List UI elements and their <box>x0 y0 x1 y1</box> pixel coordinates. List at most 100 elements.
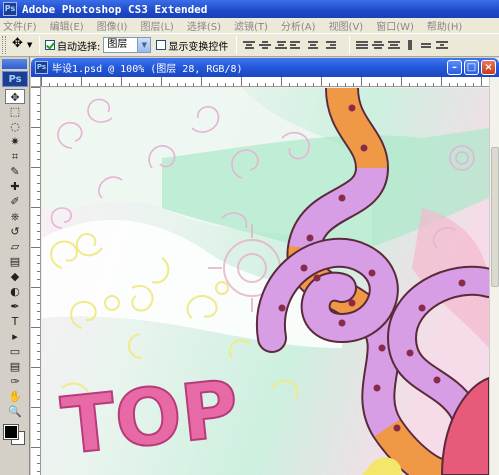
ruler-tick <box>37 463 40 464</box>
ruler-tick <box>225 83 226 86</box>
ruler-tick <box>37 343 40 344</box>
gradient-tool-icon[interactable]: ▤ <box>5 254 25 269</box>
ruler-tick <box>73 83 74 86</box>
zoom-tool-icon[interactable]: 🔍 <box>5 404 25 419</box>
ruler-tick <box>37 175 40 176</box>
ruler-tick <box>31 367 40 368</box>
ruler-tick <box>401 77 402 86</box>
ruler-tick <box>31 447 40 448</box>
show-transform-checkbox[interactable] <box>156 40 167 50</box>
ruler-tick <box>481 77 482 86</box>
menu-filter[interactable]: 滤镜(T) <box>234 18 268 33</box>
distribute-vcenter-button[interactable] <box>371 38 385 52</box>
menu-layer[interactable]: 图层(L) <box>140 18 173 33</box>
menu-file[interactable]: 文件(F) <box>3 18 37 33</box>
menu-image[interactable]: 图像(I) <box>97 18 128 33</box>
ruler-tick <box>129 83 130 86</box>
horizontal-ruler[interactable] <box>41 77 489 87</box>
brush-tool-icon[interactable]: ✐ <box>5 194 25 209</box>
eraser-tool-icon[interactable]: ▱ <box>5 239 25 254</box>
ruler-tick <box>177 83 178 86</box>
menu-window[interactable]: 窗口(W) <box>376 18 414 33</box>
ruler-tick <box>233 83 234 86</box>
top-text: TOP <box>58 364 243 472</box>
align-right-edges-button[interactable] <box>322 38 337 52</box>
align-left-edges-button[interactable] <box>290 38 304 52</box>
close-button[interactable]: × <box>481 60 496 75</box>
pen-tool-icon[interactable]: ✒ <box>5 299 25 314</box>
ruler-tick <box>145 83 146 86</box>
ruler-tick <box>201 77 202 86</box>
lasso-tool-icon[interactable]: ◌ <box>5 119 25 134</box>
ruler-origin[interactable] <box>31 77 41 87</box>
eyedropper-tool-icon[interactable]: ✑ <box>5 374 25 389</box>
distribute-top-button[interactable] <box>355 38 369 52</box>
type-tool-icon[interactable]: T <box>5 314 25 329</box>
align-top-edges-button[interactable] <box>242 38 256 52</box>
healing-brush-tool-icon[interactable]: ✚ <box>5 179 25 194</box>
ruler-tick <box>65 83 66 86</box>
vertical-ruler[interactable] <box>31 87 41 475</box>
ruler-tick <box>37 295 40 296</box>
ruler-tick <box>31 87 40 88</box>
document-title-bar[interactable]: Ps 毕设1.psd @ 100% (图层 28, RGB/8) – □ × <box>31 58 499 77</box>
distribute-hcenter-button[interactable] <box>419 38 433 52</box>
ruler-tick <box>257 83 258 86</box>
ruler-tick <box>37 439 40 440</box>
auto-select-dropdown[interactable]: 图层 ▼ <box>103 37 152 53</box>
distribute-bottom-button[interactable] <box>387 38 401 52</box>
tool-preset-picker[interactable]: ✥ ▼ <box>10 36 34 54</box>
ruler-tick <box>89 83 90 86</box>
ruler-tick <box>273 83 274 86</box>
window-controls: – □ × <box>447 60 496 75</box>
ruler-tick <box>409 83 410 86</box>
options-bar-grip[interactable] <box>2 36 6 54</box>
tools-panel-header[interactable] <box>2 59 27 69</box>
ruler-tick <box>313 83 314 86</box>
magic-wand-tool-icon[interactable]: ✷ <box>5 134 25 149</box>
ruler-tick <box>37 431 40 432</box>
ruler-tick <box>31 327 40 328</box>
slice-tool-icon[interactable]: ✎ <box>5 164 25 179</box>
menu-help[interactable]: 帮助(H) <box>427 18 462 33</box>
menu-analysis[interactable]: 分析(A) <box>281 18 316 33</box>
align-horizontal-centers-button[interactable] <box>306 38 320 52</box>
tools-panel: Ps ✥ ⬚ ◌ ✷ ⌗ ✎ ✚ ✐ ⎈ ↺ ▱ ▤ ◆ ◐ ✒ T ▸ ▭ ▤ ✑ ✋ 🔍 <box>0 57 30 475</box>
dodge-tool-icon[interactable]: ◐ <box>5 284 25 299</box>
align-bottom-edges-button[interactable] <box>274 38 288 52</box>
shape-tool-icon[interactable]: ▭ <box>5 344 25 359</box>
document-canvas[interactable]: TOP <box>42 88 489 475</box>
crop-tool-icon[interactable]: ⌗ <box>5 149 25 164</box>
scrollbar-thumb[interactable] <box>491 147 499 287</box>
app-title: Adobe Photoshop CS3 Extended <box>22 2 208 16</box>
ruler-tick <box>37 223 40 224</box>
app-title-bar: Ps Adobe Photoshop CS3 Extended <box>0 0 499 18</box>
vertical-scrollbar[interactable] <box>489 77 499 475</box>
ruler-tick <box>385 83 386 86</box>
clone-stamp-tool-icon[interactable]: ⎈ <box>5 209 25 224</box>
menu-edit[interactable]: 编辑(E) <box>50 18 84 33</box>
move-tool-icon[interactable]: ✥ <box>5 89 25 104</box>
history-brush-tool-icon[interactable]: ↺ <box>5 224 25 239</box>
minimize-button[interactable]: – <box>447 60 462 75</box>
menu-view[interactable]: 视图(V) <box>329 18 364 33</box>
menu-select[interactable]: 选择(S) <box>187 18 221 33</box>
ruler-tick <box>105 83 106 86</box>
foreground-color-swatch[interactable] <box>3 424 19 440</box>
ruler-tick <box>37 183 40 184</box>
blur-tool-icon[interactable]: ◆ <box>5 269 25 284</box>
path-selection-tool-icon[interactable]: ▸ <box>5 329 25 344</box>
hand-tool-icon[interactable]: ✋ <box>5 389 25 404</box>
align-vertical-centers-button[interactable] <box>258 38 272 52</box>
ruler-tick <box>321 77 322 86</box>
distribute-right-button[interactable] <box>435 38 449 52</box>
app-logo-icon: Ps <box>3 2 17 16</box>
notes-tool-icon[interactable]: ▤ <box>5 359 25 374</box>
ruler-tick <box>81 77 82 86</box>
ruler-tick <box>37 215 40 216</box>
distribute-left-button[interactable] <box>403 38 417 52</box>
maximize-button[interactable]: □ <box>464 60 479 75</box>
marquee-tool-icon[interactable]: ⬚ <box>5 104 25 119</box>
photoshop-logo-icon[interactable]: Ps <box>2 71 28 87</box>
auto-select-checkbox[interactable] <box>45 40 55 50</box>
